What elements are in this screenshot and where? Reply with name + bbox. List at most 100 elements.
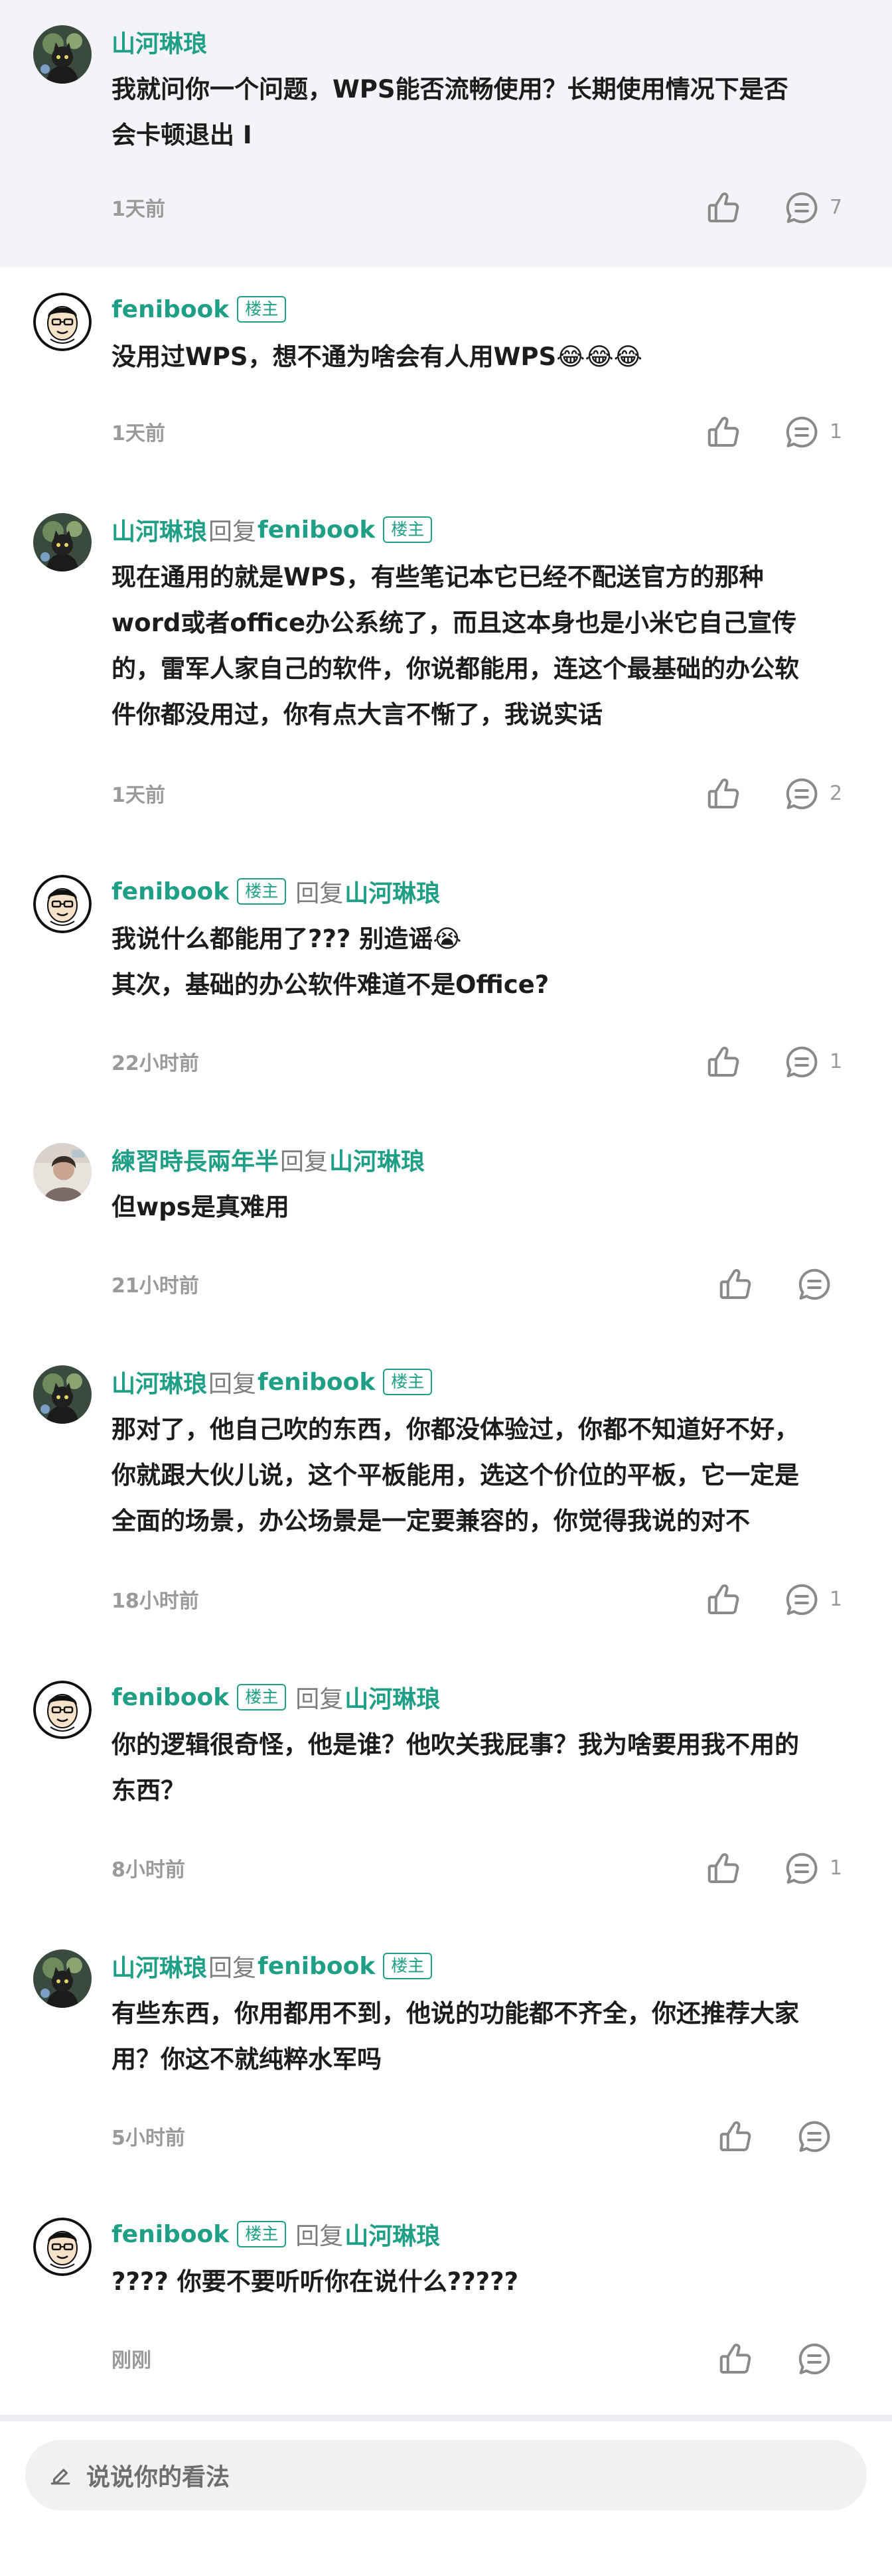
like-icon[interactable] — [704, 1580, 743, 1620]
username[interactable]: fenibook — [112, 296, 229, 323]
comment-text-line: 你就跟大伙儿说，这个平板能用，选这个价位的平板，它一定是 — [112, 1461, 799, 1489]
reply-icon[interactable] — [794, 1264, 834, 1304]
comment-input[interactable]: 说说你的看法 — [25, 2440, 867, 2510]
comment-text-line: 其次，基础的办公软件难道不是Office? — [112, 970, 550, 999]
comment-header: fenibook 楼主 — [112, 293, 287, 326]
timestamp: 5小时前 — [112, 2127, 185, 2150]
username[interactable]: 山河琳琅 — [112, 1365, 207, 1399]
username[interactable]: fenibook — [112, 878, 229, 905]
reply-icon[interactable] — [782, 412, 822, 452]
reply-icon[interactable] — [794, 2117, 834, 2157]
timestamp: 刚刚 — [112, 2349, 151, 2372]
comment-text-line: 用？你这不就纯粹水军吗 — [112, 2045, 382, 2074]
reply-to-username[interactable]: fenibook — [258, 1953, 375, 1980]
comment-text-line: 我就问你一个问题，WPS能否流畅使用？长期使用情况下是否 — [112, 75, 788, 104]
reply-to-username[interactable]: fenibook — [258, 1369, 375, 1396]
timestamp: 8小时前 — [112, 1858, 185, 1882]
comment-header: 山河琳琅 — [112, 25, 207, 58]
reply-count: 1 — [830, 420, 843, 443]
reply-label: 回复 — [295, 2223, 344, 2250]
comment-text: ???? 你要不要听听你在说什么????? — [112, 2259, 861, 2305]
comment-text-line: 会卡顿退出 I — [112, 121, 252, 149]
comment-item: fenibook 楼主 回复 山河琳琅你的逻辑很奇怪，他是谁？他吹关我屁事？我为啥要用… — [0, 1655, 892, 1924]
comment-item: fenibook 楼主 回复 山河琳琅我说什么都能用了??? 别造谣😭 其次，基础的办公… — [0, 850, 892, 1118]
comment-text: 那对了，他自己吹的东西，你都没体验过，你都不知道好不好， 你就跟大伙儿说，这个平板… — [112, 1406, 861, 1544]
reply-label: 回复 — [208, 518, 257, 546]
comment-item: 山河琳琅我就问你一个问题，WPS能否流畅使用？长期使用情况下是否 会卡顿退出 I 1… — [0, 0, 892, 267]
comment-header: 山河琳琅 回复 fenibook 楼主 — [112, 1365, 433, 1399]
author-badge: 楼主 — [237, 878, 287, 905]
comment-input-placeholder: 说说你的看法 — [86, 2464, 230, 2491]
pencil-icon — [50, 2468, 70, 2485]
comment-text-line: 全面的场景，办公场景是一定要兼容的，你觉得我说的对不 — [112, 1507, 750, 1535]
avatar[interactable] — [33, 513, 92, 571]
avatar[interactable] — [33, 2218, 92, 2276]
avatar[interactable] — [33, 293, 92, 351]
comment-text: 现在通用的就是WPS，有些笔记本它已经不配送官方的那种 word或者office办… — [112, 554, 861, 737]
avatar[interactable] — [33, 25, 92, 84]
like-icon[interactable] — [704, 412, 743, 452]
comment-header: fenibook 楼主 回复 山河琳琅 — [112, 1681, 440, 1714]
timestamp: 1天前 — [112, 784, 165, 807]
avatar[interactable] — [33, 1365, 92, 1424]
username[interactable]: 山河琳琅 — [112, 512, 207, 547]
author-badge: 楼主 — [383, 516, 433, 543]
comment-header: 練習時長兩年半 回复 山河琳琅 — [112, 1143, 425, 1176]
reply-to-username[interactable]: 山河琳琅 — [344, 874, 440, 909]
comment-text-line: 但wps是真难用 — [112, 1193, 289, 1221]
username[interactable]: fenibook — [112, 2221, 229, 2248]
username[interactable]: 山河琳琅 — [112, 25, 207, 59]
timestamp: 21小时前 — [112, 1274, 199, 1298]
comment-text-line: 你的逻辑很奇怪，他是谁？他吹关我屁事？我为啥要用我不用的 — [112, 1730, 799, 1759]
author-badge: 楼主 — [383, 1953, 433, 1979]
username[interactable]: 山河琳琅 — [112, 1949, 207, 1983]
reply-to-username[interactable]: fenibook — [258, 516, 375, 544]
username[interactable]: fenibook — [112, 1684, 229, 1711]
avatar[interactable] — [33, 1143, 92, 1201]
timestamp: 1天前 — [112, 198, 165, 221]
comment-text: 我说什么都能用了??? 别造谣😭 其次，基础的办公软件难道不是Office? — [112, 916, 861, 1008]
reply-to-username[interactable]: 山河琳琅 — [344, 1680, 440, 1714]
reply-label: 回复 — [208, 1955, 257, 1982]
author-badge: 楼主 — [237, 1684, 287, 1710]
avatar[interactable] — [33, 875, 92, 933]
reply-icon[interactable] — [782, 1042, 822, 1082]
timestamp: 1天前 — [112, 422, 165, 445]
reply-icon[interactable] — [782, 1849, 822, 1888]
comment-text: 但wps是真难用 — [112, 1184, 861, 1230]
like-icon[interactable] — [704, 774, 743, 814]
comment-item: 練習時長兩年半 回复 山河琳琅但wps是真难用 21小时前 — [0, 1118, 892, 1340]
comment-text: 你的逻辑很奇怪，他是谁？他吹关我屁事？我为啥要用我不用的 东西？ — [112, 1722, 861, 1813]
reply-to-username[interactable]: 山河琳琅 — [344, 2217, 440, 2251]
like-icon[interactable] — [715, 1264, 755, 1304]
reply-count: 2 — [830, 782, 843, 805]
like-icon[interactable] — [715, 2117, 755, 2157]
like-icon[interactable] — [704, 1042, 743, 1082]
reply-icon[interactable] — [782, 188, 822, 228]
reply-to-username[interactable]: 山河琳琅 — [329, 1142, 425, 1177]
reply-icon[interactable] — [782, 1580, 822, 1620]
comment-header: fenibook 楼主 回复 山河琳琅 — [112, 875, 440, 908]
divider — [0, 2415, 892, 2421]
author-badge: 楼主 — [237, 296, 287, 323]
reply-label: 回复 — [280, 1148, 329, 1175]
avatar[interactable] — [33, 1681, 92, 1739]
comment-text-line: 我说什么都能用了??? 别造谣😭 — [112, 925, 462, 953]
reply-label: 回复 — [295, 1686, 344, 1713]
like-icon[interactable] — [715, 2339, 755, 2379]
comment-text-line: 有些东西，你用都用不到，他说的功能都不齐全，你还推荐大家 — [112, 1999, 799, 2028]
comment-header: 山河琳琅 回复 fenibook 楼主 — [112, 1949, 433, 1983]
reply-icon[interactable] — [782, 774, 822, 814]
reply-label: 回复 — [295, 880, 344, 907]
like-icon[interactable] — [704, 1849, 743, 1888]
reply-count: 1 — [830, 1856, 843, 1880]
comment-text-line: 那对了，他自己吹的东西，你都没体验过，你都不知道好不好， — [112, 1415, 799, 1444]
username[interactable]: 練習時長兩年半 — [112, 1142, 279, 1177]
reply-icon[interactable] — [794, 2339, 834, 2379]
comment-text-line: word或者office办公系统了，而且这本身也是小米它自己宣传 — [112, 609, 797, 637]
like-icon[interactable] — [704, 188, 743, 228]
reply-count: 7 — [830, 196, 843, 219]
avatar[interactable] — [33, 1949, 92, 2008]
comment-text: 我就问你一个问题，WPS能否流畅使用？长期使用情况下是否 会卡顿退出 I — [112, 66, 861, 158]
comment-header: fenibook 楼主 回复 山河琳琅 — [112, 2218, 440, 2251]
